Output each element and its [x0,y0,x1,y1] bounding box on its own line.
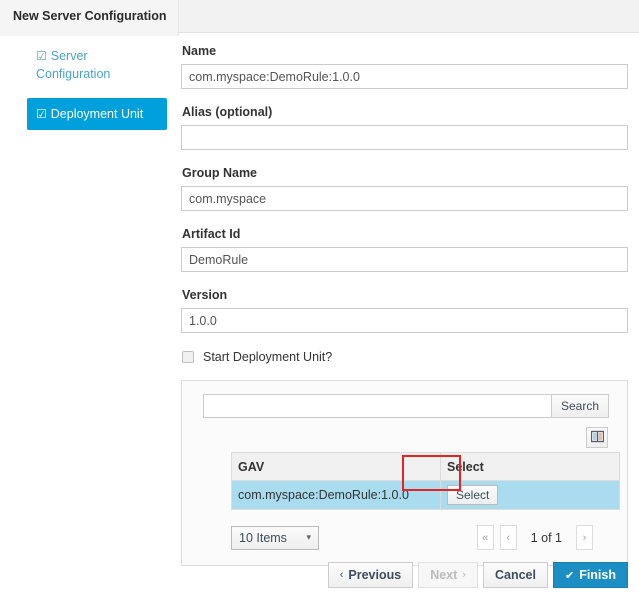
wizard-step-sidebar: ☑ Server Configuration ☑ Deployment Unit [0,40,178,138]
next-button[interactable]: Next › [418,562,478,588]
pagination-status: 1 of 1 [530,530,562,545]
search-input[interactable] [203,394,551,418]
pagination-controls: « ‹ 1 of 1 › [476,525,593,550]
results-grid: GAV Select com.myspace:DemoRule:1.0.0 Se… [231,452,620,510]
chevron-left-icon: ‹ [339,569,344,581]
cancel-button-label: Cancel [494,568,536,582]
window-title-bar: New Server Configuration [0,0,639,36]
cell-select: Select [440,480,620,510]
gav-table: GAV Select com.myspace:DemoRule:1.0.0 Se… [231,452,620,510]
finish-button-label: Finish [579,568,616,582]
chevron-down-icon: ▾ [306,532,311,542]
next-page-button[interactable]: › [576,525,593,550]
previous-button[interactable]: ‹ Previous [327,562,414,588]
previous-page-button[interactable]: ‹ [499,525,517,550]
alias-input[interactable] [181,125,628,150]
start-deployment-unit-label: Start Deployment Unit? [203,350,333,364]
grid-toolbar [200,427,608,448]
table-header-row: GAV Select [231,452,620,481]
sidebar-item-server-configuration[interactable]: ☑ Server Configuration [27,40,167,90]
deployment-unit-form: Name Alias (optional) Group Name Artifac… [181,44,628,566]
unchecked-box-icon[interactable] [182,351,194,363]
sidebar-item-label: Server Configuration [36,49,111,81]
columns-toggle-button[interactable] [586,427,608,448]
check-icon: ✔ [564,569,575,582]
page-size-label: 10 Items [239,530,287,545]
cancel-button[interactable]: Cancel [482,562,548,588]
group-name-input[interactable] [181,186,628,211]
label-artifact-id: Artifact Id [182,227,241,241]
previous-button-label: Previous [348,568,402,582]
page-title: New Server Configuration [13,9,167,23]
label-alias: Alias (optional) [182,105,273,119]
label-group-name: Group Name [182,166,258,180]
pagination-bar: 10 Items ▾ « ‹ 1 of 1 › [231,525,593,550]
search-button[interactable]: Search [550,394,609,418]
label-name: Name [182,44,217,58]
checked-box-icon: ☑ [36,49,47,63]
version-input[interactable] [181,308,628,333]
column-header-gav[interactable]: GAV [231,452,441,481]
next-button-label: Next [430,568,458,582]
page-size-select[interactable]: 10 Items ▾ [231,525,319,550]
select-row-button[interactable]: Select [447,485,499,505]
start-deployment-unit-row[interactable]: Start Deployment Unit? [182,350,628,364]
sidebar-item-deployment-unit[interactable]: ☑ Deployment Unit [27,98,167,130]
columns-icon [590,430,604,446]
artifact-id-input[interactable] [181,247,628,272]
wizard-footer: ‹ Previous Next › Cancel ✔ Finish [0,562,639,588]
artifact-search-panel: Search GAV Select com.myspace:DemoRule:1… [181,380,628,566]
cell-gav: com.myspace:DemoRule:1.0.0 [231,480,441,510]
column-header-select[interactable]: Select [440,452,620,481]
checked-box-icon: ☑ [36,107,47,121]
name-input[interactable] [181,64,628,89]
sidebar-item-label: Deployment Unit [50,107,144,121]
label-version: Version [182,288,228,302]
search-row: Search [203,394,609,418]
table-row[interactable]: com.myspace:DemoRule:1.0.0 Select [231,480,620,510]
chevron-right-icon: › [462,569,466,581]
finish-button[interactable]: ✔ Finish [552,562,628,588]
first-page-button[interactable]: « [476,525,494,550]
